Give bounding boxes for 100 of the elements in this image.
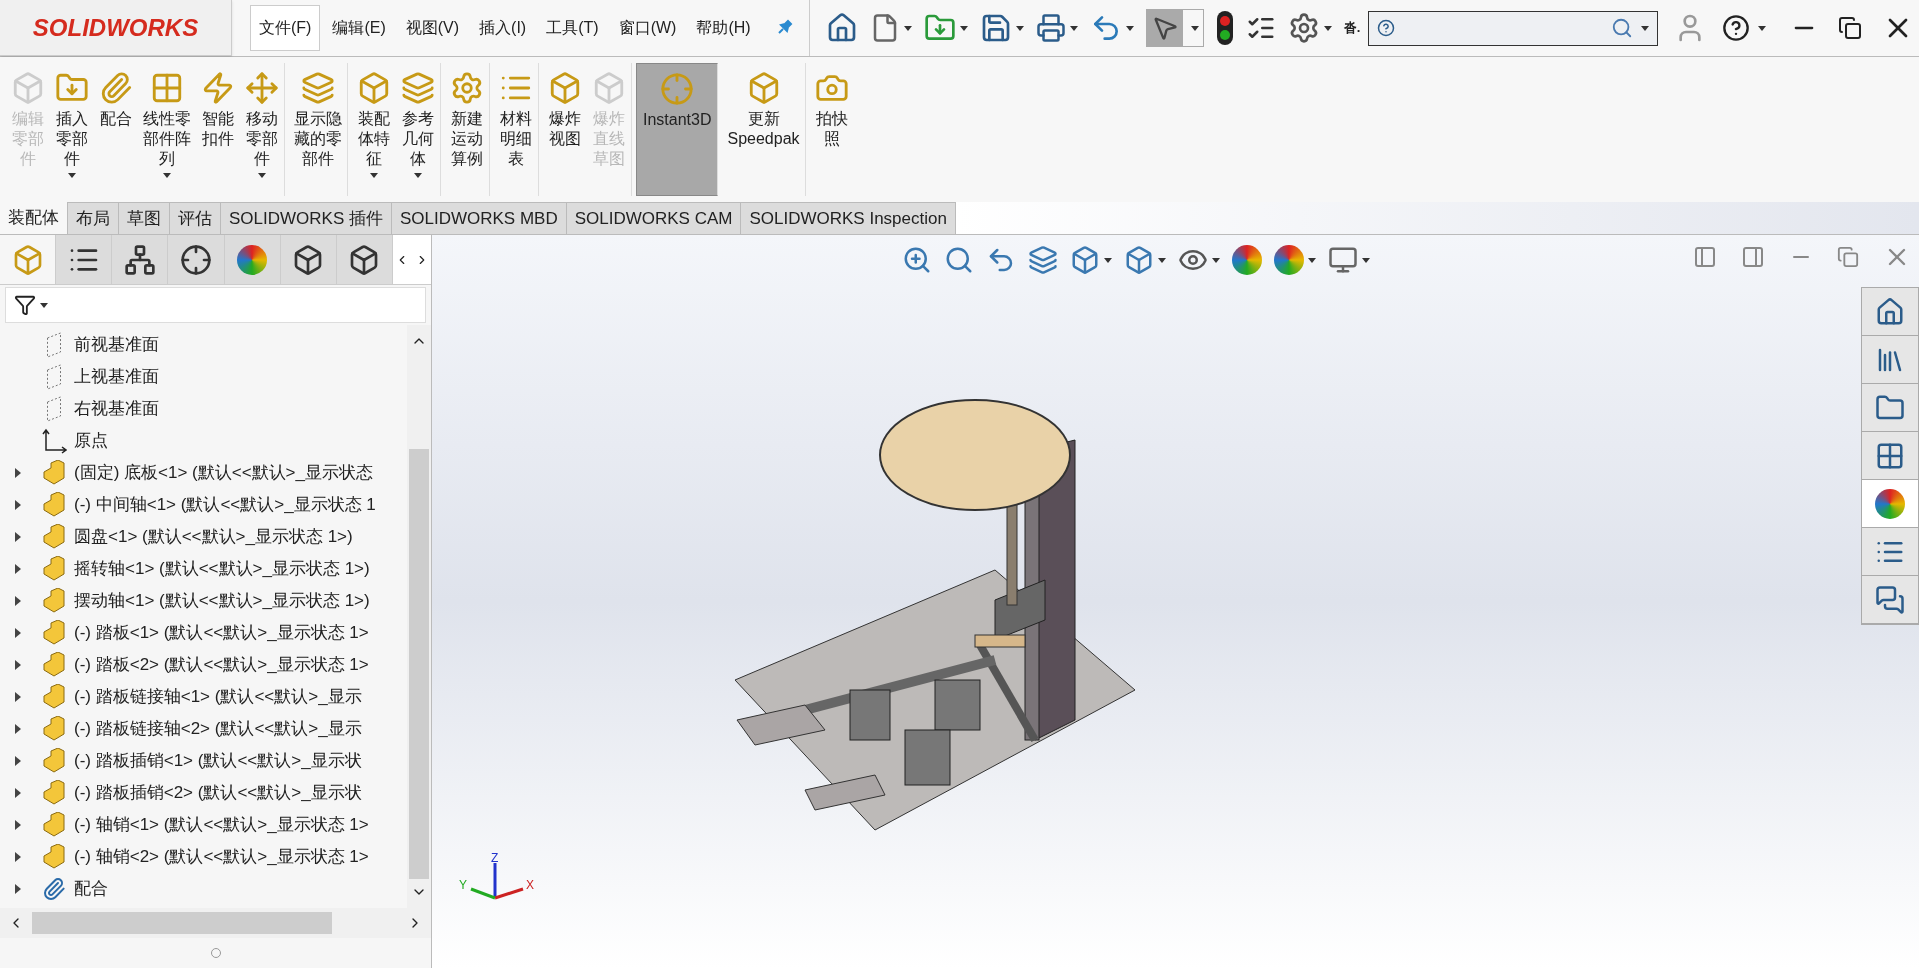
caret-icon[interactable] bbox=[1641, 25, 1650, 31]
expand-arrow-icon[interactable] bbox=[15, 724, 21, 734]
caret-icon[interactable] bbox=[1190, 25, 1199, 31]
ribbon-button[interactable]: 配合 bbox=[94, 63, 138, 196]
expand-arrow-icon[interactable] bbox=[15, 500, 21, 510]
caret-icon[interactable] bbox=[1069, 25, 1078, 31]
caret-icon[interactable] bbox=[370, 173, 378, 178]
expand-arrow-icon[interactable] bbox=[15, 660, 21, 670]
caret-icon[interactable] bbox=[414, 173, 422, 178]
tree-item[interactable]: (-) 踏板链接轴<1> (默认<<默认>_显示 bbox=[74, 684, 362, 710]
panel-tab[interactable] bbox=[336, 235, 393, 284]
expand-arrow-icon[interactable] bbox=[15, 820, 21, 830]
zoom-fit-icon[interactable] bbox=[902, 245, 932, 275]
menu-item[interactable]: 视图(V) bbox=[397, 5, 468, 51]
tree-item[interactable]: (-) 踏板链接轴<2> (默认<<默认>_显示 bbox=[74, 716, 362, 742]
tree-item[interactable]: (-) 轴销<1> (默认<<默认>_显示状态 1> bbox=[74, 812, 369, 838]
caret-icon[interactable] bbox=[163, 173, 171, 178]
tab[interactable]: SOLIDWORKS CAM bbox=[566, 202, 742, 234]
filter-icon[interactable] bbox=[14, 294, 36, 316]
task-pane-tab[interactable] bbox=[1862, 480, 1918, 528]
view-settings-icon[interactable] bbox=[1328, 245, 1358, 275]
caret-icon[interactable] bbox=[1323, 25, 1332, 31]
tab[interactable]: 评估 bbox=[170, 202, 221, 234]
menu-item[interactable]: 编辑(E) bbox=[324, 5, 394, 51]
menu-item[interactable]: 工具(T) bbox=[538, 5, 607, 51]
tree-item[interactable]: 右视基准面 bbox=[74, 396, 159, 422]
panel-tab[interactable] bbox=[112, 235, 169, 284]
tab[interactable]: 草图 bbox=[119, 202, 170, 234]
tree-item[interactable]: 摇转轴<1> (默认<<默认>_显示状态 1>) bbox=[74, 556, 370, 582]
expand-arrow-icon[interactable] bbox=[15, 468, 21, 478]
tree-item[interactable]: (-) 踏板插销<2> (默认<<默认>_显示状 bbox=[74, 780, 362, 806]
panel-tab[interactable] bbox=[168, 235, 225, 284]
caret-icon[interactable] bbox=[1362, 257, 1370, 263]
tab[interactable]: SOLIDWORKS 插件 bbox=[221, 202, 392, 234]
caret-icon[interactable] bbox=[68, 173, 76, 178]
select-button[interactable] bbox=[1146, 10, 1183, 46]
tree-item[interactable]: (-) 轴销<2> (默认<<默认>_显示状态 1> bbox=[74, 844, 369, 870]
traffic-light-icon[interactable] bbox=[1215, 10, 1234, 46]
tree-item[interactable]: (-) 踏板<1> (默认<<默认>_显示状态 1> bbox=[74, 620, 369, 646]
tab[interactable]: SOLIDWORKS MBD bbox=[391, 202, 567, 234]
ribbon-button[interactable]: 装配 体特 征 bbox=[352, 63, 396, 196]
caret-icon[interactable] bbox=[1212, 257, 1220, 263]
tree-item[interactable]: (-) 踏板插销<1> (默认<<默认>_显示状 bbox=[74, 748, 362, 774]
tile-left-icon[interactable] bbox=[1693, 245, 1717, 269]
ribbon-button[interactable]: 线性零 部件阵 列 bbox=[138, 63, 196, 196]
panel-tab[interactable] bbox=[56, 235, 113, 284]
search-field[interactable] bbox=[1368, 10, 1659, 46]
ribbon-button[interactable]: 智能 扣件 bbox=[196, 63, 240, 196]
menu-item[interactable]: 插入(I) bbox=[471, 5, 535, 51]
caret-icon[interactable] bbox=[1158, 257, 1166, 263]
caret-icon[interactable] bbox=[959, 25, 968, 31]
caret-icon[interactable] bbox=[1015, 25, 1024, 31]
tree-item[interactable]: (-) 踏板<2> (默认<<默认>_显示状态 1> bbox=[74, 652, 369, 678]
expand-arrow-icon[interactable] bbox=[15, 852, 21, 862]
tree-item[interactable]: 配合 bbox=[74, 876, 108, 902]
expand-arrow-icon[interactable] bbox=[15, 788, 21, 798]
expand-arrow-icon[interactable] bbox=[15, 564, 21, 574]
caret-icon[interactable] bbox=[40, 302, 48, 308]
expand-arrow-icon[interactable] bbox=[15, 756, 21, 766]
horizontal-scrollbar[interactable] bbox=[0, 908, 431, 938]
expand-arrow-icon[interactable] bbox=[15, 884, 21, 894]
ribbon-button[interactable]: 显示隐 藏的零 部件 bbox=[289, 63, 348, 196]
ribbon-button[interactable]: 材料 明细 表 bbox=[494, 63, 539, 196]
caret-icon[interactable] bbox=[1125, 25, 1134, 31]
help-icon[interactable] bbox=[1722, 14, 1751, 42]
expand-arrow-icon[interactable] bbox=[15, 532, 21, 542]
tab[interactable]: SOLIDWORKS Inspection bbox=[741, 202, 956, 234]
ribbon-button[interactable]: 拍快 照 bbox=[809, 63, 854, 196]
restore-icon[interactable] bbox=[1838, 16, 1863, 40]
menu-item[interactable]: 帮助(H) bbox=[688, 5, 759, 51]
expand-arrow-icon[interactable] bbox=[15, 628, 21, 638]
tab[interactable]: 布局 bbox=[68, 202, 119, 234]
tile-right-icon[interactable] bbox=[1741, 245, 1765, 269]
ribbon-button[interactable]: 更新 Speedpak bbox=[722, 63, 806, 196]
ribbon-button[interactable]: Instant3D bbox=[636, 63, 719, 196]
menu-item[interactable]: 文件(F) bbox=[250, 5, 321, 51]
vertical-scrollbar[interactable] bbox=[407, 325, 431, 908]
expand-arrow-icon[interactable] bbox=[15, 596, 21, 606]
caret-icon[interactable] bbox=[258, 173, 266, 178]
panel-tab[interactable] bbox=[280, 235, 337, 284]
tree-item[interactable]: (固定) 底板<1> (默认<<默认>_显示状态 bbox=[74, 460, 373, 486]
tree-item[interactable]: 原点 bbox=[74, 428, 108, 454]
caret-icon[interactable] bbox=[1104, 257, 1112, 263]
caret-icon[interactable] bbox=[1758, 25, 1767, 31]
expand-arrow-icon[interactable] bbox=[15, 692, 21, 702]
caret-icon[interactable] bbox=[903, 25, 912, 31]
tree-item[interactable]: 圆盘<1> (默认<<默认>_显示状态 1>) bbox=[74, 524, 353, 550]
tree-item[interactable]: 前视基准面 bbox=[74, 332, 159, 358]
caret-icon[interactable] bbox=[1308, 257, 1316, 263]
search-icon[interactable] bbox=[1611, 17, 1634, 39]
menu-item[interactable]: 窗口(W) bbox=[610, 5, 685, 51]
ribbon-button[interactable]: 插入 零部 件 bbox=[50, 63, 94, 196]
tree-item[interactable]: 上视基准面 bbox=[74, 364, 159, 390]
print-icon[interactable] bbox=[1035, 13, 1066, 43]
tree-item[interactable]: (-) 中间轴<1> (默认<<默认>_显示状态 1 bbox=[74, 492, 376, 518]
panel-tab[interactable] bbox=[224, 235, 281, 284]
ribbon-button[interactable]: 新建 运动 算例 bbox=[445, 63, 490, 196]
ribbon-button[interactable]: 参考 几何 体 bbox=[396, 63, 441, 196]
tree-item[interactable]: 摆动轴<1> (默认<<默认>_显示状态 1>) bbox=[74, 588, 370, 614]
ribbon-button[interactable]: 爆炸 视图 bbox=[543, 63, 587, 196]
